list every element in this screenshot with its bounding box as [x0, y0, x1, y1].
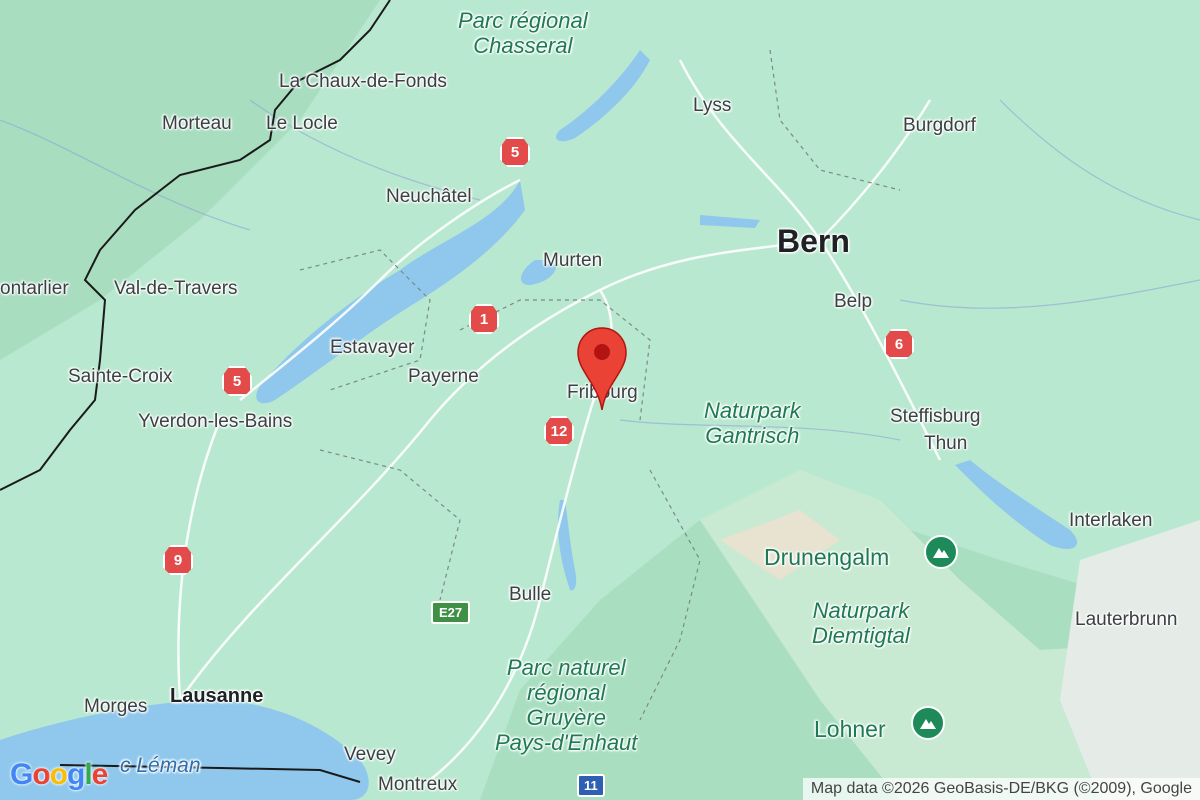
location-pin-icon[interactable] — [576, 326, 628, 415]
logo-letter: g — [67, 758, 85, 791]
logo-letter: o — [49, 758, 68, 791]
peak-label-drunengalm[interactable]: Drunengalm — [764, 544, 889, 571]
logo-letter: G — [10, 758, 33, 791]
logo-letter: o — [32, 758, 50, 791]
park-label-line: Parc naturel — [506, 655, 626, 680]
place-label-val-de-travers[interactable]: Val-de-Travers — [114, 278, 238, 300]
route-shield-1: 1 — [469, 304, 499, 334]
place-label-montreux[interactable]: Montreux — [378, 774, 457, 796]
route-shield-9: 9 — [163, 545, 193, 575]
logo-letter: l — [84, 758, 92, 791]
park-label-line: Parc régional — [458, 8, 588, 33]
route-shield-5-north: 5 — [500, 137, 530, 167]
park-label-gantrisch: Naturpark Gantrisch — [704, 398, 801, 448]
park-label-line: Pays-d'Enhaut — [495, 730, 638, 755]
google-logo: Google — [10, 758, 109, 792]
route-shield-11: 11 — [577, 774, 605, 797]
place-label-lauterbrunn[interactable]: Lauterbrunn — [1075, 609, 1177, 631]
logo-letter: e — [91, 758, 109, 791]
place-label-sainte-croix[interactable]: Sainte-Croix — [68, 366, 173, 388]
water-label-lac-leman: c Léman — [120, 754, 201, 777]
park-label-line: Diemtigtal — [812, 623, 910, 648]
place-label-yverdon[interactable]: Yverdon-les-Bains — [138, 411, 292, 433]
place-label-le-locle[interactable]: Le Locle — [266, 113, 338, 135]
place-label-estavayer[interactable]: Estavayer — [330, 337, 414, 359]
park-label-line: régional — [527, 680, 606, 705]
place-label-payerne[interactable]: Payerne — [408, 366, 479, 388]
park-label-chasseral: Parc régional Chasseral — [458, 8, 588, 58]
place-label-la-chaux-de-fonds[interactable]: La Chaux-de-Fonds — [279, 71, 447, 93]
place-label-murten[interactable]: Murten — [543, 250, 602, 272]
place-label-interlaken[interactable]: Interlaken — [1069, 510, 1152, 532]
route-shield-5-west: 5 — [222, 366, 252, 396]
place-label-neuchatel[interactable]: Neuchâtel — [386, 186, 472, 208]
park-label-line: Gantrisch — [705, 423, 800, 448]
place-label-belp[interactable]: Belp — [834, 291, 872, 313]
place-label-morges[interactable]: Morges — [84, 696, 147, 718]
place-label-pontarlier[interactable]: ontarlier — [0, 278, 69, 300]
route-shield-e27: E27 — [431, 601, 471, 624]
peak-label-lohner[interactable]: Lohner — [814, 716, 886, 743]
mountain-icon[interactable] — [924, 535, 958, 569]
park-label-gruyere: Parc naturel régional Gruyère Pays-d'Enh… — [495, 655, 637, 755]
place-label-bulle[interactable]: Bulle — [509, 584, 551, 606]
mountain-glyph — [920, 719, 936, 729]
map-canvas[interactable]: Parc régional Chasseral La Chaux-de-Fond… — [0, 0, 1200, 800]
park-label-diemtigtal: Naturpark Diemtigtal — [812, 598, 910, 648]
place-label-bern[interactable]: Bern — [777, 223, 850, 260]
route-shield-6: 6 — [884, 329, 914, 359]
map-attribution[interactable]: Map data ©2026 GeoBasis-DE/BKG (©2009), … — [802, 778, 1200, 800]
park-label-line: Naturpark — [704, 398, 801, 423]
location-pin-glyph — [577, 327, 627, 411]
park-label-line: Gruyère — [526, 705, 606, 730]
place-label-burgdorf[interactable]: Burgdorf — [903, 115, 976, 137]
place-label-lausanne[interactable]: Lausanne — [170, 685, 263, 708]
mountain-icon[interactable] — [911, 706, 945, 740]
place-label-steffisburg[interactable]: Steffisburg — [890, 406, 980, 428]
place-label-vevey[interactable]: Vevey — [344, 744, 396, 766]
place-label-morteau[interactable]: Morteau — [162, 113, 232, 135]
place-label-lyss[interactable]: Lyss — [693, 95, 731, 117]
mountain-glyph — [933, 548, 949, 558]
place-label-thun[interactable]: Thun — [924, 433, 967, 455]
route-shield-12: 12 — [544, 416, 574, 446]
park-label-line: Naturpark — [812, 598, 910, 623]
park-label-line: Chasseral — [473, 33, 573, 58]
